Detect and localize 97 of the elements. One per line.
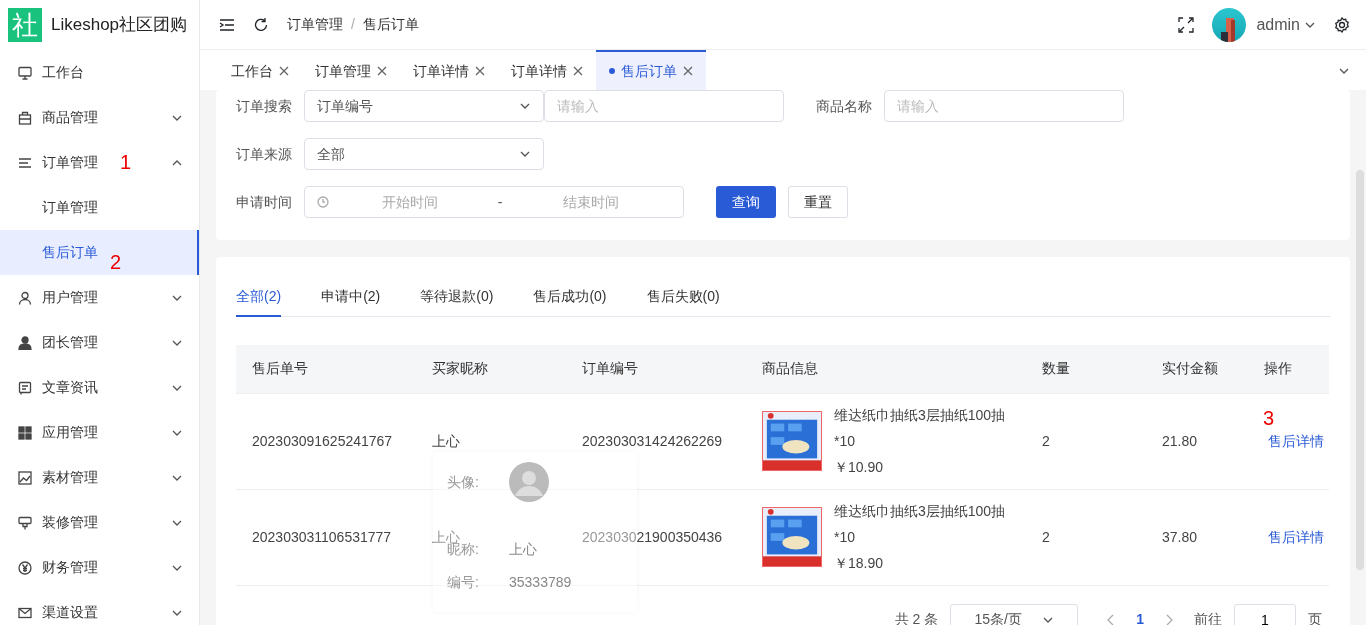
select-field[interactable]: 全部 (304, 138, 544, 170)
column-header: 订单编号 (566, 345, 746, 393)
breadcrumb-separator: / (351, 15, 355, 34)
field-label: 订单来源 (235, 144, 293, 164)
status-tab[interactable]: 等待退款(0) (420, 277, 494, 317)
date-range-field[interactable]: 开始时间 - 结束时间 (304, 186, 684, 218)
close-icon (475, 66, 485, 76)
clock-icon (317, 196, 329, 208)
sidebar-item[interactable]: 应用管理 (0, 410, 199, 455)
search-button[interactable]: 查询 (716, 186, 776, 218)
table-cell: 202303091625241767 (252, 432, 393, 449)
list-icon (18, 155, 32, 170)
status-tab[interactable]: 售后失败(0) (646, 277, 720, 317)
brush-icon (18, 515, 32, 530)
refresh-icon (253, 17, 269, 34)
settings-icon (1334, 17, 1350, 34)
product-price: ￥18.90 (834, 554, 885, 573)
detail-link[interactable]: 售后详情 (1268, 432, 1324, 449)
annotation-number: 3 (1263, 407, 1275, 428)
goto-label: 前往 (1194, 610, 1222, 625)
product-name: 维达纸巾抽纸3层抽纸100抽*10 (834, 406, 1007, 451)
column-header: 数量 (1026, 345, 1146, 393)
product-name: 维达纸巾抽纸3层抽纸100抽*10 (834, 502, 1007, 547)
annotation-number: 1 (120, 152, 132, 172)
popover-value: 上心 (509, 539, 537, 559)
sidebar-item[interactable]: 团长管理 (0, 320, 199, 365)
yen-icon (18, 560, 32, 575)
popover-label: 编号: (447, 572, 480, 592)
user-menu[interactable]: admin (1256, 12, 1316, 37)
logo-mark: 社 (8, 8, 42, 42)
sidebar-item[interactable]: 素材管理 (0, 455, 199, 500)
active-dot (609, 68, 615, 74)
page-tab[interactable]: 订单详情 (400, 50, 498, 90)
popover-value: 35333789 (509, 572, 572, 592)
breadcrumb-item: 售后订单 (362, 15, 419, 34)
page-tab[interactable]: 工作台 (218, 50, 302, 90)
sidebar-item[interactable]: 渠道设置 (0, 590, 199, 625)
table-cell: 2 (1042, 432, 1050, 449)
sidebar-item[interactable]: 工作台 (0, 50, 199, 95)
menu-icon (219, 18, 235, 33)
product-price: ￥10.90 (834, 458, 885, 477)
column-header: 商品信息 (746, 345, 1026, 393)
field-label: 申请时间 (235, 192, 293, 212)
grid-icon (18, 425, 32, 440)
reset-button[interactable]: 重置 (788, 186, 848, 218)
table-cell: 2 (1042, 528, 1050, 545)
sidebar-item[interactable]: 用户管理 (0, 275, 199, 320)
user-icon (18, 335, 32, 350)
submenu-item[interactable]: 售后订单 2 (0, 230, 199, 275)
detail-link[interactable]: 售后详情 (1268, 528, 1324, 545)
select-field[interactable]: 订单编号 (304, 90, 544, 122)
column-header: 售后单号 (236, 345, 416, 393)
page-tab[interactable]: 订单管理 (302, 50, 400, 90)
close-icon (683, 66, 693, 76)
column-header: 实付金额 (1146, 345, 1248, 393)
avatar-icon (509, 462, 549, 502)
chevron-right-icon (1164, 614, 1174, 625)
mail-icon (18, 605, 32, 620)
image-icon (18, 470, 32, 485)
column-header: 买家昵称 (416, 345, 566, 393)
close-icon (573, 66, 583, 76)
fullscreen-icon (1178, 17, 1195, 34)
sidebar-item[interactable]: 文章资讯 (0, 365, 199, 410)
close-icon (377, 66, 387, 76)
status-tab[interactable]: 申请中(2) (321, 277, 381, 317)
input-field[interactable]: 请输入 (884, 90, 1124, 122)
input-field[interactable]: 请输入 (544, 90, 784, 122)
page-tab[interactable]: 售后订单 (596, 50, 706, 90)
page-input[interactable]: 1 (1234, 603, 1296, 625)
monitor-icon (18, 65, 32, 80)
status-tab[interactable]: 全部(2) (236, 277, 282, 317)
table-cell: 上心 (432, 432, 460, 449)
table-cell: 202303031424262269 (582, 432, 723, 449)
breadcrumb-item[interactable]: 订单管理 (287, 14, 343, 35)
scrollbar[interactable] (1356, 170, 1364, 570)
sidebar-item[interactable]: 订单管理 1 (0, 140, 199, 185)
sidebar-item[interactable]: 商品管理 (0, 95, 199, 140)
sidebar-item[interactable]: 装修管理 (0, 500, 199, 545)
page-number[interactable]: 1 (1128, 609, 1152, 625)
user-icon (18, 290, 32, 305)
table-cell: 202303021900350436 (582, 528, 723, 545)
page-tab[interactable]: 订单详情 (498, 50, 596, 90)
column-header: 操作 (1248, 345, 1329, 393)
field-label: 商品名称 (815, 96, 873, 116)
bag-icon (18, 110, 32, 125)
app-name: Likeshop社区团购 (51, 14, 188, 37)
table-cell: 202303031106531777 (252, 528, 392, 545)
table-cell: 21.80 (1162, 432, 1198, 449)
popover-label: 头像: (447, 472, 480, 492)
sidebar-item[interactable]: 财务管理 (0, 545, 199, 590)
message-icon (18, 380, 32, 395)
table-cell: 37.80 (1162, 528, 1198, 545)
annotation-number: 2 (110, 252, 122, 272)
submenu-item[interactable]: 订单管理 (0, 185, 199, 230)
close-icon (279, 66, 289, 76)
field-label: 订单搜索 (235, 96, 293, 116)
status-tab[interactable]: 售后成功(0) (533, 277, 607, 317)
